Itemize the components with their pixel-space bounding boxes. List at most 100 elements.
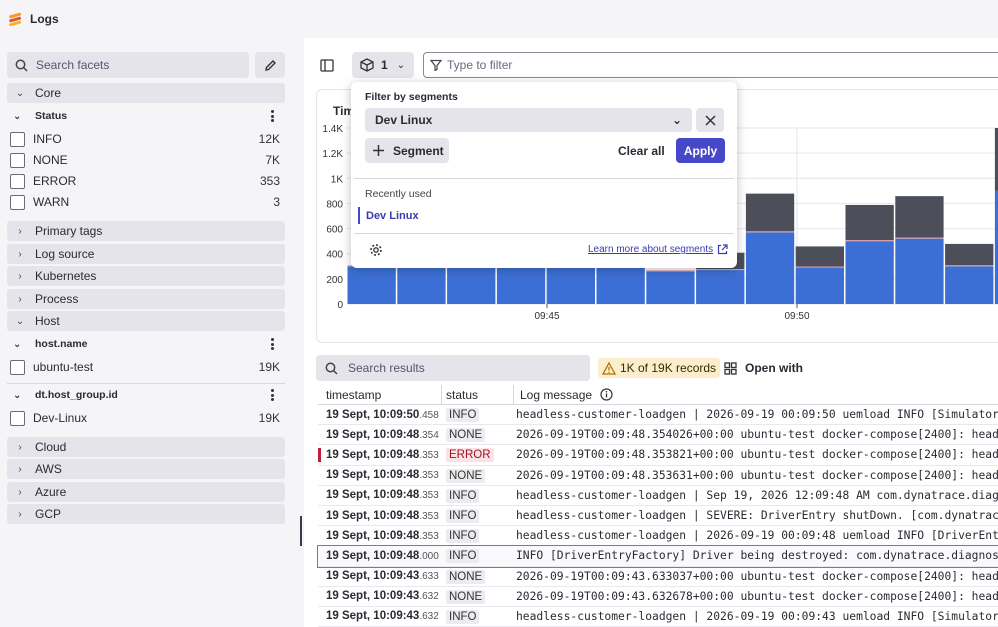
timestamp-ms: .458 <box>419 409 439 421</box>
column-header-timestamp[interactable]: timestamp <box>318 384 442 405</box>
checkbox[interactable] <box>10 131 25 147</box>
log-message-cell: 2026-09-19T00:09:48.353821+00:00 ubuntu-… <box>516 448 998 462</box>
search-results-input[interactable]: Search results <box>316 355 590 381</box>
facet-title-label: host.name <box>35 338 88 350</box>
search-results-placeholder: Search results <box>348 361 425 375</box>
status-cell: INFO <box>442 528 512 544</box>
table-row[interactable]: 19 Sept, 10:09:48.353 INFO headless-custom… <box>318 486 998 506</box>
column-header-status[interactable]: status <box>442 384 514 405</box>
checkbox[interactable] <box>10 359 25 375</box>
section-cloud[interactable]: › Cloud <box>7 437 285 457</box>
toggle-sidebar-button[interactable] <box>320 52 342 78</box>
facet-item-info[interactable]: INFO 12K <box>10 129 280 149</box>
section-aws[interactable]: › AWS <box>7 459 285 479</box>
x-tick-label: 09:45 <box>534 311 559 322</box>
chevron-down-icon: ⌄ <box>671 113 682 127</box>
timestamp-cell: 19 Sept, 10:09:43.633 <box>318 570 442 582</box>
table-row[interactable]: 19 Sept, 10:09:48.353 INFO headless-custom… <box>318 506 998 527</box>
table-row[interactable]: 19 Sept, 10:09:50.458 INFO headless-custom… <box>318 405 998 426</box>
section-label: AWS <box>35 462 62 476</box>
table-row[interactable]: 19 Sept, 10:09:48.353 NONE 2026-09-19T00:0… <box>318 466 998 486</box>
status-badge: INFO <box>446 408 480 423</box>
more-options-icon[interactable] <box>267 108 277 124</box>
add-segment-button[interactable]: Segment <box>365 138 449 163</box>
section-azure[interactable]: › Azure <box>7 482 285 502</box>
app-header: Logs <box>0 0 998 38</box>
learn-more-label: Learn more about segments <box>588 244 714 255</box>
learn-more-link[interactable]: Learn more about segments <box>588 244 728 255</box>
status-badge: ERROR <box>446 448 494 463</box>
checkbox[interactable] <box>10 194 25 210</box>
table-row[interactable]: 19 Sept, 10:09:43.633 NONE 2026-09-19T00:0… <box>318 567 998 587</box>
sidebar-resize-handle[interactable] <box>300 516 302 546</box>
status-badge: INFO <box>446 609 480 624</box>
timestamp-value: 19 Sept, 10:09:50 <box>326 408 420 421</box>
log-message-cell: INFO [DriverEntryFactory] Driver being d… <box>516 549 998 563</box>
facet-item-dev-linux[interactable]: Dev-Linux 19K <box>10 408 280 428</box>
search-icon <box>325 362 338 375</box>
log-message-cell: 2026-09-19T00:09:48.353631+00:00 ubuntu-… <box>516 468 998 482</box>
open-with-button[interactable]: Open with <box>724 358 803 378</box>
facet-status-header[interactable]: ⌄ Status <box>7 106 285 126</box>
bar-segment <box>646 270 695 272</box>
table-row[interactable]: 19 Sept, 10:09:43.632 NONE 2026-09-19T00:0… <box>318 587 998 607</box>
facet-item-warn[interactable]: WARN 3 <box>10 192 280 212</box>
remove-segment-button[interactable] <box>696 108 724 132</box>
chevron-down-icon: ⌄ <box>13 389 22 401</box>
timestamp-ms: .632 <box>419 611 439 623</box>
facet-hostname-header[interactable]: ⌄ host.name <box>7 334 285 354</box>
timestamp-value: 19 Sept, 10:09:48 <box>326 529 420 542</box>
filter-input[interactable]: Type to filter <box>423 52 998 78</box>
divider <box>354 233 734 234</box>
table-row[interactable]: 19 Sept, 10:09:48.353 INFO headless-custom… <box>318 526 998 547</box>
timestamp-cell: 19 Sept, 10:09:48.000 <box>318 550 442 562</box>
bar-segment <box>745 232 795 304</box>
apply-button[interactable]: Apply <box>676 138 725 163</box>
facet-hostgroup-header[interactable]: ⌄ dt.host_group.id <box>7 385 285 405</box>
table-row[interactable]: 19 Sept, 10:09:48.354 NONE 2026-09-19T00:0… <box>318 425 998 446</box>
sidebar-panel-icon <box>320 58 334 72</box>
more-options-icon[interactable] <box>267 336 277 352</box>
edit-facets-button[interactable] <box>255 52 285 78</box>
section-primary-tags[interactable]: › Primary tags <box>7 221 285 241</box>
section-gcp[interactable]: › GCP <box>7 504 285 524</box>
timestamp-ms: .354 <box>419 429 439 441</box>
table-row[interactable]: 19 Sept, 10:09:48.000 INFO INFO [DriverEnt… <box>317 545 998 568</box>
gear-icon[interactable] <box>369 243 383 257</box>
section-host[interactable]: ⌄ Host <box>7 311 285 331</box>
warning-icon <box>602 361 616 375</box>
timestamp-cell: 19 Sept, 10:09:48.353 <box>318 510 442 522</box>
facet-title-label: Status <box>35 110 68 122</box>
facet-item-error[interactable]: ERROR 353 <box>10 171 280 191</box>
info-icon[interactable] <box>600 388 613 401</box>
facet-item-none[interactable]: NONE 7K <box>10 150 280 170</box>
log-message-cell: headless-customer-loadgen | SEVERE: Driv… <box>516 509 998 523</box>
timestamp-value: 19 Sept, 10:09:48 <box>326 428 420 441</box>
facet-item-label: WARN <box>33 195 70 209</box>
checkbox[interactable] <box>10 173 25 189</box>
segment-select[interactable]: Dev Linux ⌄ <box>365 108 692 132</box>
column-header-log-message[interactable]: Log message <box>514 385 613 405</box>
segments-button[interactable]: 1 ⌄ <box>352 52 414 78</box>
clear-all-button[interactable]: Clear all <box>618 138 665 163</box>
table-row[interactable]: 19 Sept, 10:09:43.632 INFO headless-custom… <box>318 607 998 627</box>
search-facets-input[interactable]: Search facets <box>7 52 249 78</box>
recent-segment-item[interactable]: Dev Linux <box>358 207 419 224</box>
results-table: timestamp status Log message 19 Sept, 10… <box>317 384 998 627</box>
checkbox[interactable] <box>10 410 25 426</box>
table-row[interactable]: 19 Sept, 10:09:48.353 ERROR 2026-09-19T00:… <box>318 445 998 466</box>
facet-item-label: ubuntu-test <box>33 360 94 374</box>
section-kubernetes[interactable]: › Kubernetes <box>7 266 285 286</box>
bar-segment <box>895 237 944 239</box>
timestamp-value: 19 Sept, 10:09:48 <box>326 489 420 502</box>
status-badge: NONE <box>446 428 486 443</box>
more-options-icon[interactable] <box>267 387 277 403</box>
checkbox[interactable] <box>10 152 25 168</box>
section-process[interactable]: › Process <box>7 289 285 309</box>
status-badge: NONE <box>446 468 486 483</box>
section-log-source[interactable]: › Log source <box>7 244 285 264</box>
facet-item-ubuntu-test[interactable]: ubuntu-test 19K <box>10 357 280 377</box>
section-core[interactable]: ⌄ Core <box>7 83 285 103</box>
status-cell: INFO <box>442 548 512 564</box>
close-icon <box>704 114 716 126</box>
